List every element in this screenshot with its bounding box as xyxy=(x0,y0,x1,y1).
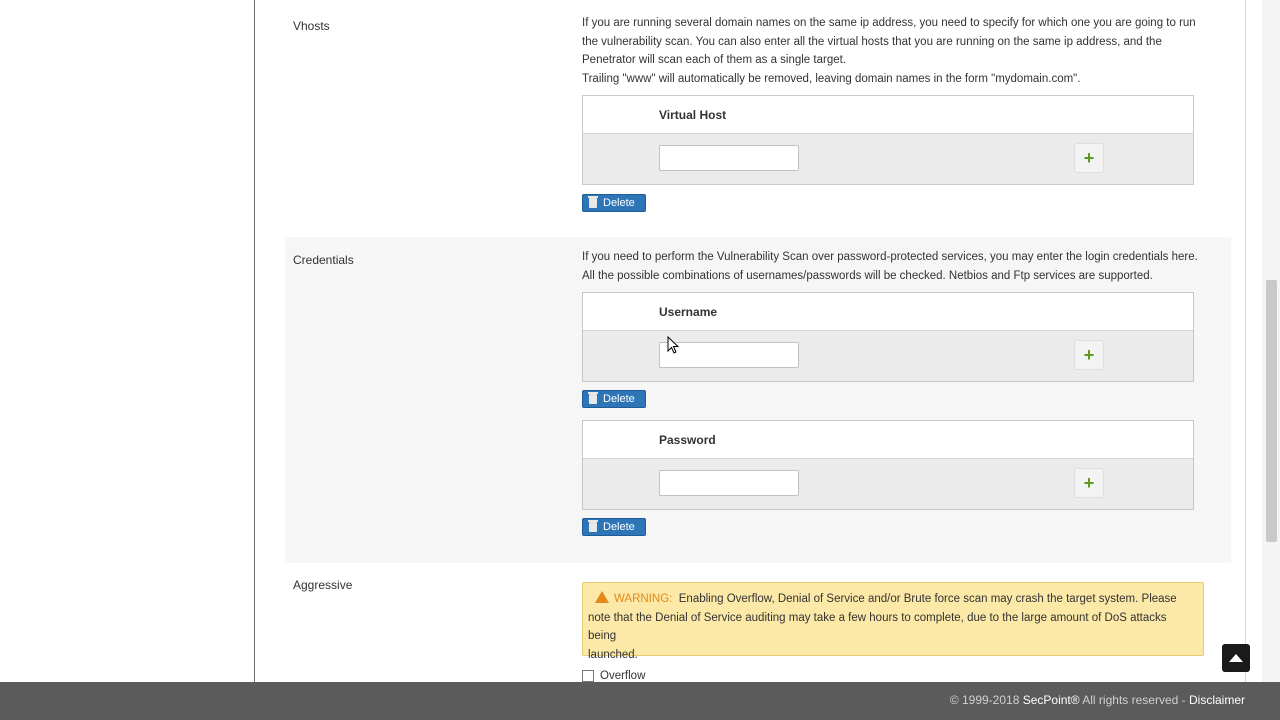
warning-triangle-icon xyxy=(595,591,609,603)
arrow-up-icon xyxy=(1229,654,1243,662)
scrollbar-thumb[interactable] xyxy=(1266,280,1277,542)
plus-icon: + xyxy=(1083,345,1095,365)
overflow-option[interactable]: Overflow xyxy=(582,670,645,682)
aggressive-label: Aggressive xyxy=(293,578,353,592)
credentials-label: Credentials xyxy=(293,253,354,267)
delete-virtual-host-button[interactable]: Delete xyxy=(582,194,646,212)
credentials-section: Credentials If you need to perform the V… xyxy=(285,237,1231,563)
delete-password-button[interactable]: Delete xyxy=(582,518,646,536)
right-gutter xyxy=(1245,0,1263,682)
footer-copyright: © 1999-2018 xyxy=(949,693,1020,707)
overflow-label: Overflow xyxy=(600,670,646,682)
aggressive-warning: WARNING: Enabling Overflow, Denial of Se… xyxy=(582,582,1204,661)
footer-brand: SecPoint® xyxy=(1022,693,1080,707)
delete-username-button[interactable]: Delete xyxy=(582,390,646,408)
back-to-top-button[interactable] xyxy=(1222,644,1250,672)
password-input[interactable] xyxy=(659,470,799,496)
vhosts-label: Vhosts xyxy=(293,19,330,33)
left-panel xyxy=(0,0,255,682)
trash-icon xyxy=(588,392,598,404)
footer: © 1999-2018 SecPoint® All rights reserve… xyxy=(0,682,1280,720)
virtual-host-input[interactable] xyxy=(659,145,799,171)
plus-icon: + xyxy=(1083,473,1095,493)
main-content: Vhosts If you are running several domain… xyxy=(255,0,1245,682)
username-header: Username xyxy=(659,305,718,319)
trash-icon xyxy=(588,520,598,532)
aggressive-section: Aggressive WARNING: Enabling Overflow, D… xyxy=(285,564,1231,682)
trash-icon xyxy=(588,196,598,208)
username-input[interactable] xyxy=(659,342,799,368)
add-password-button[interactable]: + xyxy=(1074,468,1104,498)
credentials-description: If you need to perform the Vulnerability… xyxy=(582,251,1198,282)
vhosts-section: Vhosts If you are running several domain… xyxy=(285,0,1231,236)
virtual-host-table: Virtual Host + xyxy=(582,95,1194,185)
add-username-button[interactable]: + xyxy=(1074,340,1104,370)
disclaimer-link[interactable]: Disclaimer xyxy=(1189,693,1245,707)
add-virtual-host-button[interactable]: + xyxy=(1074,143,1104,173)
password-header: Password xyxy=(659,433,716,447)
page-scrollbar[interactable] xyxy=(1262,0,1280,682)
footer-rights: All rights reserved - xyxy=(1082,693,1186,707)
virtual-host-header: Virtual Host xyxy=(659,108,727,122)
vhosts-description: If you are running several domain names … xyxy=(582,17,1196,85)
plus-icon: + xyxy=(1083,148,1095,168)
password-table: Password + xyxy=(582,420,1194,510)
overflow-checkbox[interactable] xyxy=(582,670,594,682)
mouse-cursor-icon xyxy=(667,336,679,354)
